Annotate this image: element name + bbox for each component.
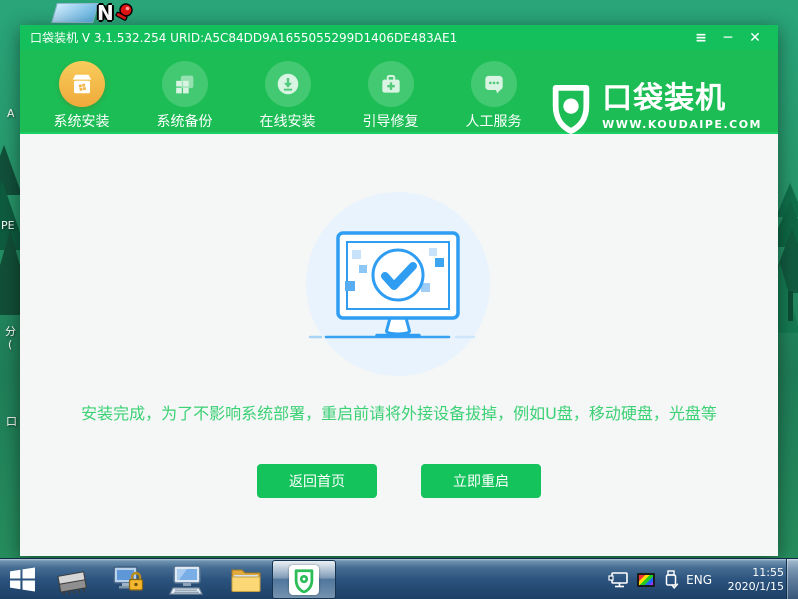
windows-start-icon[interactable] <box>9 566 36 593</box>
nav-label: 系统安装 <box>53 114 110 130</box>
restart-now-button[interactable]: 立即重启 <box>421 464 541 498</box>
completion-message: 安装完成，为了不影响系统部署，重启前请将外接设备拔掉，例如U盘，移动硬盘，光盘等 <box>81 404 717 423</box>
window-title: 口袋装机 V 3.1.532.254 URID:A5C84DD9A1655055… <box>30 31 458 45</box>
show-desktop-button[interactable] <box>786 559 798 599</box>
desktop-label-fen[interactable]: 分 <box>5 323 16 339</box>
shield-dot-icon <box>552 85 590 134</box>
desktop-nkey-icon[interactable]: N <box>97 2 136 26</box>
desktop-label-a[interactable]: A <box>7 107 15 120</box>
monitor-checkmark-illustration <box>306 192 490 376</box>
minimize-icon[interactable]: ─ <box>719 29 737 47</box>
taskbar-clock[interactable]: 11:55 2020/1/15 <box>720 566 784 594</box>
color-display-icon[interactable] <box>637 572 656 587</box>
return-home-button[interactable]: 返回首页 <box>257 464 377 498</box>
system-tray: ENG 11:55 2020/1/15 <box>608 559 784 599</box>
nav-online-install[interactable]: 在线安装 <box>236 61 339 131</box>
network-display-icon[interactable] <box>608 570 630 590</box>
nav-label: 人工服务 <box>465 114 522 130</box>
monitor-keyboard-icon[interactable] <box>169 564 205 596</box>
backup-windows-icon <box>161 61 208 107</box>
support-chat-icon <box>470 61 517 107</box>
nav-label: 系统备份 <box>156 114 213 130</box>
desktop-label-kou[interactable]: 口 <box>6 413 17 429</box>
nav-system-install[interactable]: 系统安装 <box>30 61 133 131</box>
desktop-label-paren[interactable]: ( <box>8 338 12 351</box>
koudai-shield-icon <box>289 564 319 595</box>
nav-items: 系统安装 系统备份 在线安装 引导修复 人工服务 <box>30 61 545 131</box>
main-content: 安装完成，为了不影响系统部署，重启前请将外接设备拔掉，例如U盘，移动硬盘，光盘等… <box>20 134 778 556</box>
window-controls: ≡ ─ ✕ <box>692 29 778 47</box>
menu-icon[interactable]: ≡ <box>692 29 710 47</box>
main-navbar: 系统安装 系统备份 在线安装 引导修复 人工服务 口袋装机 WWW.KOUDAI… <box>20 50 778 134</box>
window-titlebar[interactable]: 口袋装机 V 3.1.532.254 URID:A5C84DD9A1655055… <box>20 25 778 50</box>
koudai-taskbar-button[interactable] <box>272 560 336 599</box>
folder-icon[interactable] <box>230 566 262 593</box>
logo-site: WWW.KOUDAIPE.COM <box>602 118 762 131</box>
koudai-installer-window: 口袋装机 V 3.1.532.254 URID:A5C84DD9A1655055… <box>20 25 778 556</box>
button-row: 返回首页 立即重启 <box>20 464 778 498</box>
nav-boot-repair[interactable]: 引导修复 <box>339 61 442 131</box>
nav-system-backup[interactable]: 系统备份 <box>133 61 236 131</box>
language-indicator[interactable]: ENG <box>686 573 712 587</box>
install-box-icon <box>58 61 105 107</box>
clock-date: 2020/1/15 <box>727 579 784 593</box>
close-icon[interactable]: ✕ <box>746 29 764 47</box>
desktop-label-pe[interactable]: PE <box>1 219 15 232</box>
brand-logo: 口袋装机 WWW.KOUDAIPE.COM <box>548 83 762 135</box>
desktop-display-icon[interactable] <box>51 3 99 23</box>
red-key-icon <box>115 3 133 21</box>
nav-human-service[interactable]: 人工服务 <box>442 61 545 131</box>
memory-chip-icon[interactable] <box>54 567 90 595</box>
taskbar: ENG 11:55 2020/1/15 <box>0 558 798 599</box>
logo-text: 口袋装机 WWW.KOUDAIPE.COM <box>602 81 762 132</box>
nav-label: 在线安装 <box>259 114 316 130</box>
boot-repair-toolbox-icon <box>367 61 414 107</box>
usb-drive-icon[interactable] <box>662 569 680 591</box>
logo-brand: 口袋装机 <box>602 81 727 116</box>
monitor-lock-icon[interactable] <box>112 565 146 595</box>
online-download-icon <box>264 61 311 107</box>
nav-label: 引导修复 <box>362 114 419 130</box>
clock-time: 11:55 <box>752 565 784 579</box>
